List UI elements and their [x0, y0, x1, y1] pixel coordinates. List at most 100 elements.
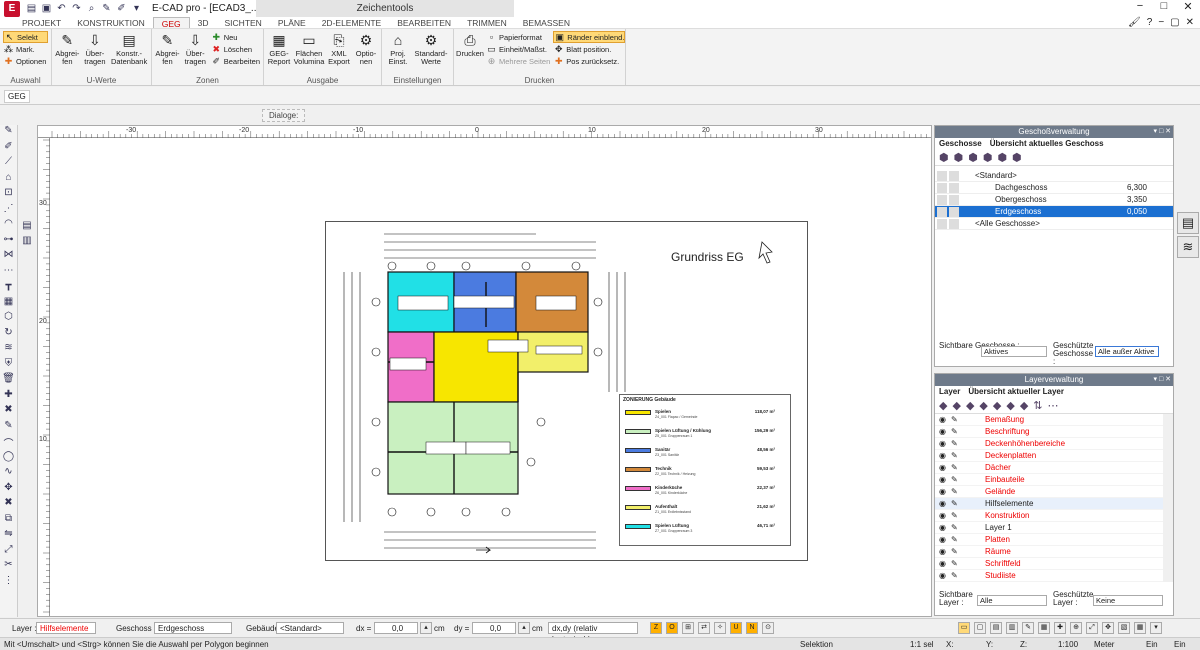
ortho-icon[interactable]: O [666, 622, 678, 634]
page-tool-icon[interactable]: ▤ [20, 220, 34, 235]
geg-label[interactable]: GEG [4, 90, 30, 103]
visibility-toggle-icon[interactable] [937, 195, 947, 205]
geschoss-row[interactable]: Erdgeschoss 0,050 [935, 206, 1173, 218]
move-tool-icon[interactable]: ✥ [0, 482, 17, 498]
mehrere-seiten-button[interactable]: ⊕ Mehrere Seiten [486, 55, 551, 67]
maximize-button[interactable]: □ [1152, 0, 1176, 13]
xml-export-button[interactable]: ⎘ XML Export [327, 31, 351, 73]
lock-toggle-icon[interactable] [949, 183, 959, 193]
print-sheet[interactable]: Grundriss EG ZONIERUNG Gebäude Spielen 11… [325, 221, 808, 561]
layer-more-icon[interactable]: ⋯ [1048, 399, 1059, 412]
view-rect-icon[interactable]: ▭ [958, 622, 970, 634]
redo-icon[interactable]: ↷ [70, 2, 83, 15]
geschoss-row[interactable]: Dachgeschoss 6,300 [935, 182, 1173, 194]
tab-uebersicht-layer[interactable]: Übersicht aktueller Layer [968, 386, 1064, 398]
layer-row[interactable]: ◉ ✎ Hilfselemente [935, 498, 1163, 510]
uwerte-uebertragen-button[interactable]: ⇩ Über-tragen [83, 31, 108, 73]
layer-row[interactable]: ◉ ✎ Räume [935, 546, 1163, 558]
lock-toggle-icon[interactable] [949, 207, 959, 217]
layer-new-icon[interactable]: ◆ [939, 399, 947, 412]
tab-geg[interactable]: GEG [152, 17, 190, 29]
view-tile-icon[interactable]: ▦ [1134, 622, 1146, 634]
pen-icon[interactable]: ✎ [951, 571, 961, 581]
uwerte-abgreifen-button[interactable]: ✎ Abgrei-fen [55, 31, 80, 73]
pen-icon[interactable]: ✎ [951, 511, 961, 521]
panel-dock-icon[interactable]: ▤ [1177, 212, 1199, 234]
tab-2d-elemente[interactable]: 2D-ELEMENTE [314, 17, 390, 28]
layer-row[interactable]: ◉ ✎ Bemaßung [935, 414, 1163, 426]
delete-tool-icon[interactable]: ✖ [0, 404, 17, 420]
tab-sichten[interactable]: SICHTEN [217, 17, 270, 28]
layer-row[interactable]: ◉ ✎ Beschriftung [935, 426, 1163, 438]
brush-tool-icon[interactable]: ✎ [0, 420, 17, 436]
eye-icon[interactable]: ◉ [939, 559, 949, 569]
line-tool-icon[interactable]: ⟋ [0, 156, 17, 172]
einheit-massst-button[interactable]: ▭ Einheit/Maßst. [486, 43, 550, 55]
layer-row[interactable]: ◉ ✎ Deckenplatten [935, 450, 1163, 462]
lock-toggle-icon[interactable] [949, 219, 959, 229]
mark-button[interactable]: ⁂ Mark. [3, 43, 48, 55]
flaechen-volumina-button[interactable]: ▭ Flächen Volumina [294, 31, 325, 73]
geschuetzte-geschosse-select[interactable]: Alle außer Aktive [1095, 346, 1159, 357]
zonen-loeschen-button[interactable]: ✖ Löschen [211, 43, 260, 55]
dropdown-icon[interactable]: ▾ [130, 2, 143, 15]
pen-icon[interactable]: ✎ [951, 487, 961, 497]
pen-icon[interactable]: ✎ [951, 547, 961, 557]
wall-tool-icon[interactable]: ✎ [0, 125, 17, 141]
copy-tool-icon[interactable]: ⧉ [0, 513, 17, 529]
remove-tool-icon[interactable]: ✖ [0, 497, 17, 513]
layer-row[interactable]: ◉ ✎ Schriftfeld [935, 558, 1163, 570]
pen-icon[interactable]: ✎ [951, 451, 961, 461]
view-frame-icon[interactable]: ▢ [974, 622, 986, 634]
tab-konstruktion[interactable]: KONSTRUKTION [69, 17, 153, 28]
pen-icon[interactable]: ✎ [951, 439, 961, 449]
pen-icon[interactable]: ✎ [951, 559, 961, 569]
layers-tool-icon[interactable]: ≋ [0, 342, 17, 358]
view-split-icon[interactable]: ▥ [1006, 622, 1018, 634]
raender-einblend-button[interactable]: ▣ Ränder einblend. [553, 31, 626, 43]
pen-icon[interactable]: ✎ [951, 463, 961, 473]
layer-row[interactable]: ◉ ✎ Einbauteile [935, 474, 1163, 486]
dx-input[interactable]: 0,0 [374, 622, 418, 634]
tab-bemassen[interactable]: BEMASSEN [515, 17, 578, 28]
measure-icon[interactable]: ✎ [100, 2, 113, 15]
drawing-canvas[interactable]: -30 -20 -10 0 10 20 30 30 20 10 Grundris… [37, 125, 932, 617]
layer-sort-icon[interactable]: ⇅ [1033, 399, 1042, 412]
arc-tool-icon[interactable]: ◠ [0, 218, 17, 234]
layer-row[interactable]: ◉ ✎ Platten [935, 534, 1163, 546]
paint-icon[interactable]: 🖌 [1128, 17, 1141, 28]
ribbon-close-icon[interactable]: ✕ [1186, 17, 1194, 28]
ausgabe-optionen-button[interactable]: ⚙ Optio-nen [354, 31, 378, 73]
ribbon-minimize-icon[interactable]: − [1158, 17, 1164, 28]
pen-icon[interactable]: ✎ [951, 427, 961, 437]
tab-layer[interactable]: Layer [939, 386, 960, 398]
options-icon[interactable]: ⊙ [762, 622, 774, 634]
eye-icon[interactable]: ◉ [939, 463, 949, 473]
view-draw-icon[interactable]: ✎ [1022, 622, 1034, 634]
visibility-toggle-icon[interactable] [937, 219, 947, 229]
view-grid-icon[interactable]: ▦ [1038, 622, 1050, 634]
dy-input[interactable]: 0,0 [472, 622, 516, 634]
draw-tool-icon[interactable]: ✐ [0, 141, 17, 157]
trim-tool-icon[interactable]: ✂ [0, 559, 17, 575]
view-move-icon[interactable]: ✥ [1102, 622, 1114, 634]
eye-icon[interactable]: ◉ [939, 427, 949, 437]
layer-group-icon[interactable]: ◆ [993, 399, 1001, 412]
view-hatch-icon[interactable]: ▧ [1118, 622, 1130, 634]
tab-plaene[interactable]: PLÄNE [270, 17, 314, 28]
geschoss-select[interactable]: Erdgeschoss [154, 622, 232, 634]
more-tool-icon[interactable]: ⋮ [0, 575, 17, 591]
layer-select[interactable]: Hilfselemente [36, 622, 96, 634]
pen-icon[interactable]: ✎ [951, 475, 961, 485]
layer-row[interactable]: ◉ ✎ Studiiste [935, 570, 1163, 582]
zonen-uebertragen-button[interactable]: ⇩ Über-tragen [183, 31, 208, 73]
ribbon-restore-icon[interactable]: ▢ [1170, 17, 1179, 28]
auswahl-optionen-button[interactable]: ✚ Optionen [3, 55, 48, 67]
layer-row[interactable]: ◉ ✎ Konstruktion [935, 510, 1163, 522]
beam-tool-icon[interactable]: ┳ [0, 280, 17, 296]
snap-icon[interactable]: Z [650, 622, 662, 634]
pos-zuruecksetz-button[interactable]: ✚ Pos zurücksetz. [553, 55, 625, 67]
sichtbare-layer-select[interactable]: Alle [977, 595, 1047, 606]
chain-tool-icon[interactable]: ⊶ [0, 234, 17, 250]
tab-bearbeiten[interactable]: BEARBEITEN [389, 17, 459, 28]
